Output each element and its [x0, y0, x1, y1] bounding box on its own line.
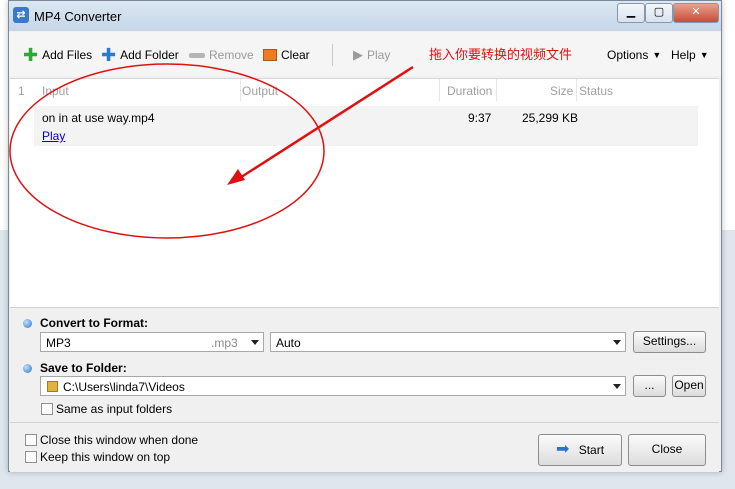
- footer-divider: [10, 422, 719, 423]
- file-size: 25,299 KB: [522, 111, 579, 125]
- add-folder-button[interactable]: ✚ Add Folder: [101, 45, 179, 65]
- clear-label: Clear: [281, 48, 310, 62]
- play-link[interactable]: Play: [42, 129, 65, 143]
- chevron-down-icon: ▼: [699, 50, 709, 60]
- browse-button[interactable]: ...: [633, 375, 666, 397]
- column-header-index: 1: [18, 84, 25, 98]
- list-header: 1 Input Output Duration Size Status: [10, 79, 719, 101]
- remove-label: Remove: [209, 48, 254, 62]
- quality-value: Auto: [276, 336, 301, 350]
- add-files-button[interactable]: ✚ Add Files: [23, 45, 93, 65]
- add-folder-icon: ✚: [101, 45, 117, 65]
- column-header-input[interactable]: Input: [42, 84, 69, 98]
- file-name: on in at use way.mp4: [42, 111, 155, 125]
- annotation-text: 拖入你要转换的视频文件: [429, 47, 573, 62]
- open-button[interactable]: Open: [672, 375, 706, 397]
- add-files-icon: ✚: [23, 45, 39, 65]
- add-folder-label: Add Folder: [120, 48, 179, 62]
- toolbar-separator: [332, 44, 333, 66]
- list-item[interactable]: on in at use way.mp4 Play 9:37 25,299 KB: [34, 106, 698, 146]
- close-when-done-label: Close this window when done: [40, 433, 199, 447]
- column-divider: [496, 79, 497, 101]
- folder-path-value: C:\Users\linda7\Videos: [63, 380, 185, 394]
- toolbar: ✚ Add Files ✚ Add Folder Remove Clear ▶ …: [9, 32, 721, 76]
- chevron-down-icon: ▼: [652, 50, 662, 60]
- main-window: ⇄ MP4 Converter ▁ ▢ ✕ ✚ Add Files ✚ Add …: [8, 0, 722, 472]
- start-label: Start: [578, 443, 605, 457]
- arrow-right-icon: ➡: [555, 441, 570, 458]
- format-extension: .mp3: [211, 336, 238, 350]
- column-divider: [240, 79, 241, 101]
- save-folder-label: Save to Folder:: [40, 361, 127, 375]
- settings-panel: Convert to Format: MP3 .mp3 Auto Setting…: [10, 307, 719, 472]
- options-label: Options: [607, 48, 649, 62]
- format-value: MP3: [46, 336, 71, 350]
- clear-button[interactable]: Clear: [263, 47, 310, 63]
- same-as-input-checkbox[interactable]: [41, 403, 53, 415]
- file-duration: 9:37: [468, 111, 492, 125]
- quality-select[interactable]: Auto: [270, 332, 626, 352]
- remove-button[interactable]: Remove: [189, 47, 254, 63]
- folder-path-select[interactable]: C:\Users\linda7\Videos: [40, 376, 626, 396]
- keep-on-top-checkbox[interactable]: [25, 451, 37, 463]
- chevron-down-icon: [613, 340, 621, 345]
- help-label: Help: [671, 48, 696, 62]
- minimize-button[interactable]: ▁: [617, 3, 645, 23]
- desktop-background-strip: [0, 470, 735, 489]
- column-header-size[interactable]: Size: [550, 84, 573, 98]
- keep-on-top-label: Keep this window on top: [40, 450, 171, 464]
- column-divider: [576, 79, 577, 101]
- desktop-background-strip: [720, 230, 735, 489]
- close-when-done-checkbox[interactable]: [25, 434, 37, 446]
- bullet-icon: [23, 364, 32, 373]
- clear-icon: [263, 49, 277, 61]
- title-bar[interactable]: ⇄ MP4 Converter ▁ ▢ ✕: [9, 1, 721, 31]
- column-header-output[interactable]: Output: [242, 84, 278, 98]
- maximize-button[interactable]: ▢: [645, 3, 673, 23]
- file-list[interactable]: 1 Input Output Duration Size Status on i…: [10, 78, 719, 307]
- add-files-label: Add Files: [42, 48, 93, 62]
- close-label: Close: [651, 442, 683, 456]
- desktop-background-strip: [0, 230, 8, 489]
- app-icon: ⇄: [13, 7, 29, 23]
- play-button[interactable]: ▶ Play: [353, 47, 390, 63]
- settings-button[interactable]: Settings...: [633, 331, 706, 353]
- close-window-button[interactable]: ✕: [673, 3, 719, 23]
- start-button[interactable]: ➡ Start: [538, 434, 622, 466]
- play-label: Play: [367, 48, 391, 62]
- bullet-icon: [23, 319, 32, 328]
- convert-format-label: Convert to Format:: [40, 316, 148, 330]
- column-header-status[interactable]: Status: [579, 84, 613, 98]
- chevron-down-icon: [251, 340, 259, 345]
- options-menu[interactable]: Options ▼: [607, 47, 661, 63]
- same-as-input-label: Same as input folders: [56, 402, 173, 416]
- play-icon: ▶: [353, 47, 363, 62]
- chevron-down-icon: [613, 384, 621, 389]
- close-button[interactable]: Close: [628, 434, 706, 466]
- column-header-duration[interactable]: Duration: [447, 84, 492, 98]
- remove-icon: [189, 52, 205, 58]
- help-menu[interactable]: Help ▼: [671, 47, 709, 63]
- window-title: MP4 Converter: [34, 9, 122, 24]
- folder-icon: [47, 381, 58, 392]
- column-divider: [439, 79, 440, 101]
- format-select[interactable]: MP3 .mp3: [40, 332, 264, 352]
